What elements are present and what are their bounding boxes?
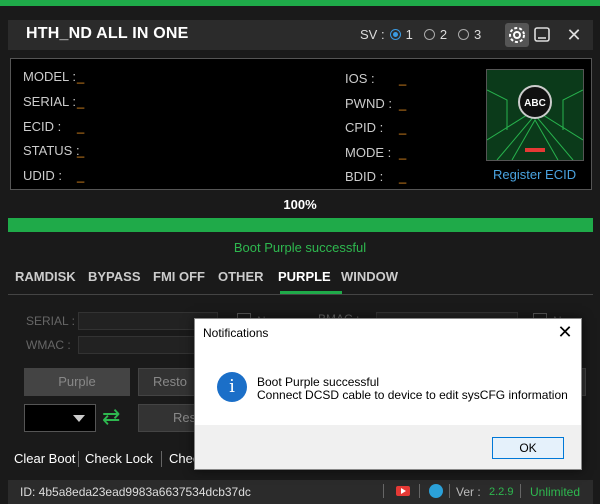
gear-icon[interactable] [505, 23, 529, 47]
bdid-value: _ [399, 169, 407, 184]
sv-radio-3[interactable] [458, 29, 470, 40]
ecid-label: ECID : [23, 119, 62, 134]
udid-value: _ [77, 168, 85, 183]
minimize-icon[interactable] [531, 24, 553, 46]
separator [449, 484, 450, 498]
dialog-close-icon[interactable]: ✕ [555, 322, 575, 342]
separator [161, 451, 162, 467]
device-dropdown[interactable] [24, 404, 96, 432]
device-info-panel: MODEL : _ SERIAL : _ ECID : _ STATUS : _… [10, 58, 592, 190]
model-label: MODEL : [23, 69, 76, 84]
device-id-text: ID: 4b5a8eda23ead9983a6637534dcb37dc [20, 485, 251, 499]
sv-radio-2[interactable] [423, 29, 435, 40]
udid-label: UDID : [23, 168, 62, 183]
telegram-icon[interactable] [429, 484, 443, 498]
title-bar: HTH_ND ALL IN ONE SV : 1 2 3 ✕ [8, 20, 593, 50]
app-title: HTH_ND ALL IN ONE [26, 25, 189, 42]
tab-bar: RAMDISK BYPASS FMI OFF OTHER PURPLE WIND… [8, 264, 593, 295]
separator [520, 484, 521, 498]
tab-other[interactable]: OTHER [218, 269, 264, 284]
dialog-message-line1: Boot Purple successful [257, 375, 380, 389]
status-value: _ [77, 143, 85, 158]
progress-percent: 100% [283, 197, 317, 212]
version-value: 2.2.9 [489, 486, 514, 498]
separator [383, 484, 384, 498]
progress-bar [8, 218, 593, 232]
status-label: STATUS : [23, 143, 80, 158]
pwnd-value: _ [399, 96, 407, 111]
ok-button[interactable]: OK [492, 437, 564, 459]
close-icon[interactable]: ✕ [563, 24, 585, 46]
separator [78, 451, 79, 467]
app-logo: ABC [486, 69, 584, 161]
active-tab-indicator [280, 291, 342, 294]
register-ecid-link[interactable]: Register ECID [493, 167, 576, 182]
dialog-header: Notifications ✕ [195, 319, 581, 347]
license-status: Unlimited [530, 485, 581, 499]
dialog-body: i Boot Purple successful Connect DCSD ca… [195, 347, 581, 425]
info-icon: i [217, 372, 247, 402]
separator [419, 484, 420, 498]
footer-bar: ID: 4b5a8eda23ead9983a6637534dcb37dc Ver… [8, 480, 593, 504]
ios-value: _ [399, 71, 407, 86]
cpid-value: _ [399, 120, 407, 135]
check-lock-button[interactable]: Check Lock [85, 451, 153, 466]
mode-value: _ [399, 145, 407, 160]
model-value: _ [77, 69, 85, 84]
dialog-title: Notifications [203, 326, 269, 340]
serial-field-label: SERIAL : [26, 314, 75, 328]
logo-text: ABC [524, 98, 546, 109]
pwnd-label: PWND : [345, 96, 392, 111]
cpid-label: CPID : [345, 120, 384, 135]
tab-purple[interactable]: PURPLE [278, 269, 331, 284]
status-message: Boot Purple successful [233, 240, 367, 255]
refresh-icon[interactable]: ⇄ [102, 404, 126, 430]
serial-label: SERIAL : [23, 94, 76, 109]
sv-option-2-label: 2 [439, 27, 448, 42]
youtube-icon[interactable] [396, 486, 410, 496]
ecid-value: _ [77, 119, 85, 134]
version-label: Ver : [456, 485, 481, 499]
purple-button[interactable]: Purple [24, 368, 130, 396]
clear-boot-button[interactable]: Clear Boot [14, 451, 75, 466]
tab-bypass[interactable]: BYPASS [88, 269, 141, 284]
sv-option-1-label: 1 [405, 27, 413, 42]
notification-dialog: Notifications ✕ i Boot Purple successful… [194, 318, 582, 470]
sv-option-3-label: 3 [474, 27, 482, 42]
sv-radio-1[interactable] [389, 29, 401, 40]
dialog-message-line2: Connect DCSD cable to device to edit sys… [257, 388, 568, 402]
serial-value: _ [77, 94, 85, 109]
wmac-field-label: WMAC : [26, 338, 71, 352]
tab-window[interactable]: WINDOW [341, 269, 398, 284]
mode-label: MODE : [345, 145, 392, 160]
ios-label: IOS : [345, 71, 375, 86]
tab-fmi-off[interactable]: FMI OFF [153, 269, 205, 284]
bdid-label: BDID : [345, 169, 384, 184]
sv-label: SV : [360, 27, 385, 42]
tab-ramdisk[interactable]: RAMDISK [15, 269, 76, 284]
sv-selector: SV : 1 2 3 [360, 27, 487, 42]
